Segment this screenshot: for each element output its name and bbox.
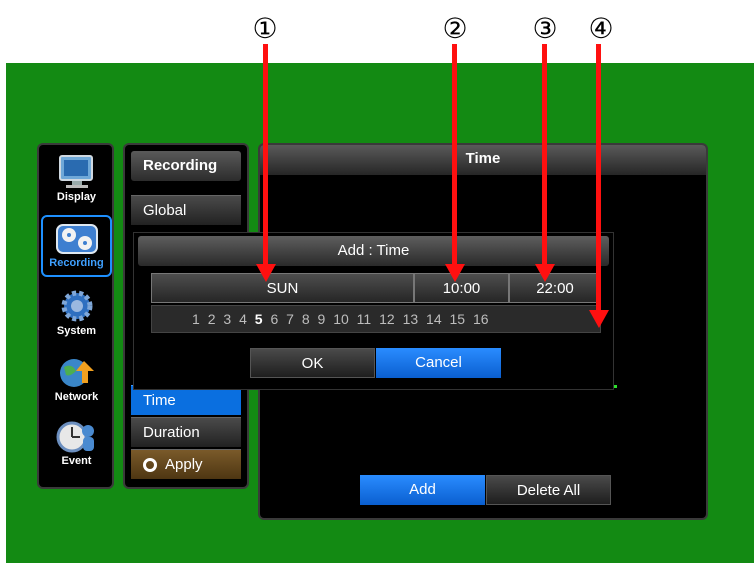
ok-button[interactable]: OK	[250, 348, 375, 378]
week-1[interactable]: 1	[192, 311, 200, 327]
menu-title: Recording	[131, 151, 241, 181]
callout-2: ②	[442, 12, 468, 45]
week-11[interactable]: 11	[357, 311, 372, 327]
apply-label: Apply	[165, 456, 203, 473]
icon-sidebar: Display Recording System Network Event	[37, 143, 114, 489]
add-button[interactable]: Add	[360, 475, 485, 505]
week-6[interactable]: 6	[270, 311, 278, 327]
menu-item-global[interactable]: Global	[131, 195, 241, 225]
sidebar-item-recording[interactable]: Recording	[41, 215, 112, 277]
week-7[interactable]: 7	[286, 311, 294, 327]
dialog-title: Add : Time	[138, 236, 609, 266]
sidebar-item-label: Recording	[49, 257, 104, 269]
week-12[interactable]: 12	[379, 311, 395, 327]
arrow-4-line	[596, 44, 601, 312]
network-globe-icon	[54, 353, 100, 391]
refresh-icon	[143, 458, 157, 473]
sidebar-item-label: System	[56, 325, 97, 337]
arrow-3-line	[542, 44, 547, 266]
menu-item-duration[interactable]: Duration	[131, 417, 241, 447]
day-select[interactable]: SUN	[151, 273, 414, 303]
arrow-2-line	[452, 44, 457, 266]
delete-all-button[interactable]: Delete All	[486, 475, 611, 505]
sidebar-item-network[interactable]: Network	[41, 351, 112, 413]
callout-4: ④	[588, 12, 614, 45]
sidebar-item-system[interactable]: System	[41, 285, 112, 347]
monitor-icon	[54, 153, 100, 191]
week-5[interactable]: 5	[255, 311, 263, 327]
apply-button[interactable]: Apply	[131, 449, 241, 479]
event-clock-icon	[54, 417, 100, 455]
sidebar-item-label: Event	[61, 455, 92, 467]
sidebar-item-label: Display	[56, 191, 97, 203]
end-time-field[interactable]: 22:00	[509, 273, 601, 303]
corner-mark	[614, 385, 617, 388]
week-3[interactable]: 3	[223, 311, 231, 327]
sidebar-item-event[interactable]: Event	[41, 415, 112, 477]
arrow-4-head	[589, 310, 609, 328]
week-4[interactable]: 4	[239, 311, 247, 327]
arrow-3-head	[535, 264, 555, 282]
week-8[interactable]: 8	[302, 311, 310, 327]
week-13[interactable]: 13	[403, 311, 419, 327]
week-15[interactable]: 15	[450, 311, 466, 327]
sidebar-item-label: Network	[54, 391, 99, 403]
system-gear-icon	[54, 287, 100, 325]
week-2[interactable]: 2	[208, 311, 216, 327]
arrow-1-head	[256, 264, 276, 282]
week-16[interactable]: 16	[473, 311, 489, 327]
week-9[interactable]: 9	[318, 311, 326, 327]
callout-3: ③	[532, 12, 558, 45]
recording-reels-icon	[54, 219, 100, 257]
arrow-2-head	[445, 264, 465, 282]
arrow-1-line	[263, 44, 268, 266]
sidebar-item-display[interactable]: Display	[41, 151, 112, 213]
week-10[interactable]: 10	[333, 311, 349, 327]
callout-1: ①	[252, 12, 278, 45]
week-14[interactable]: 14	[426, 311, 442, 327]
cancel-button[interactable]: Cancel	[376, 348, 501, 378]
week-selector: 1 2 3 4 5 6 7 8 9 10 11 12 13 14 15 16	[151, 305, 601, 333]
panel-title: Time	[260, 145, 706, 175]
